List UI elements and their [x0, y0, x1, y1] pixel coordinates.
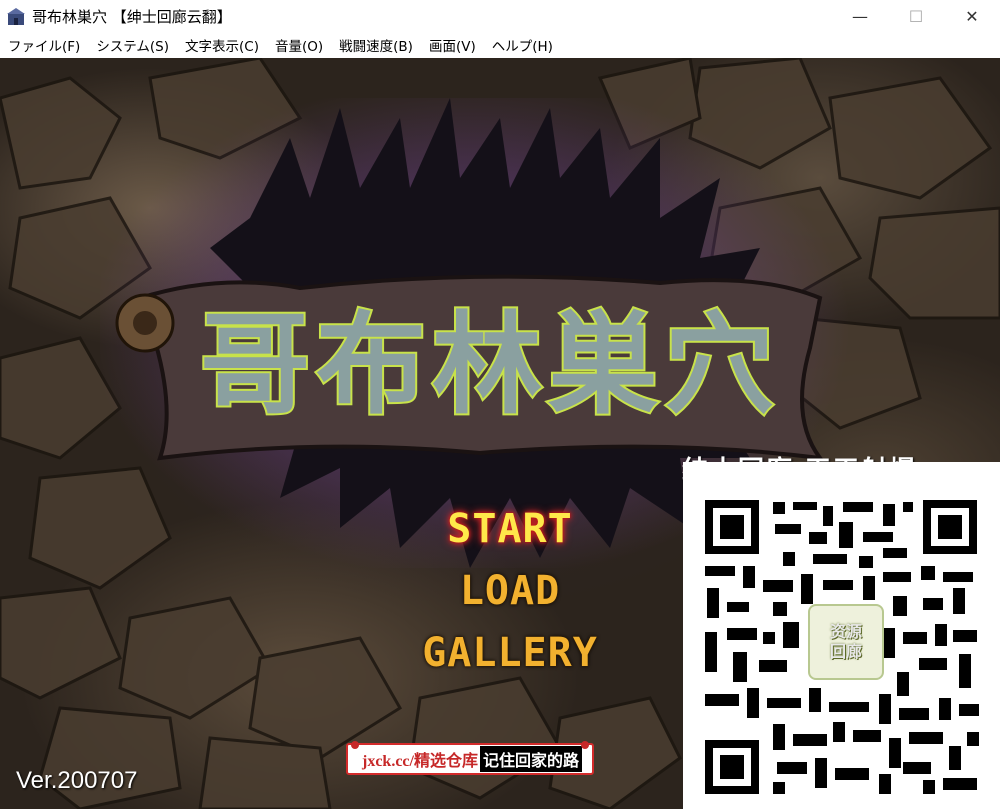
- menu-volume[interactable]: 音量(O): [267, 35, 331, 55]
- minimize-icon: —: [852, 7, 868, 26]
- menu-help[interactable]: ヘルプ(H): [484, 35, 561, 55]
- pin-icon: [581, 741, 589, 749]
- menu-battle-speed[interactable]: 戦闘速度(B): [331, 35, 421, 55]
- banner-slogan: 记住回家的路: [479, 746, 582, 772]
- app-icon: [7, 7, 25, 25]
- maximize-button[interactable]: ☐: [888, 0, 944, 33]
- menu-system[interactable]: システム(S): [88, 35, 177, 55]
- window-title: 哥布林巣穴 【绅士回廊云翻】: [32, 8, 232, 26]
- version-label: Ver.200707: [16, 767, 138, 794]
- qr-badge-line1: 资源: [829, 622, 862, 641]
- menu-file[interactable]: ファイル(F): [0, 35, 88, 55]
- close-button[interactable]: ✕: [944, 0, 1000, 33]
- start-option[interactable]: START: [400, 498, 620, 560]
- qr-center-badge: 资源 回廊: [808, 604, 884, 680]
- load-option[interactable]: LOAD: [400, 560, 620, 622]
- banner-url: jxck.cc/精选仓库: [362, 753, 478, 770]
- minimize-button[interactable]: —: [832, 0, 888, 33]
- gallery-option[interactable]: GALLERY: [400, 622, 620, 684]
- menu-screen[interactable]: 画面(V): [421, 35, 484, 55]
- window-titlebar: 哥布林巣穴 【绅士回廊云翻】 — ☐ ✕: [0, 0, 1000, 33]
- promo-banner: jxck.cc/精选仓库 记住回家的路: [346, 741, 594, 775]
- pin-icon: [351, 741, 359, 749]
- title-menu: START LOAD GALLERY: [400, 498, 620, 684]
- menu-bar: ファイル(F) システム(S) 文字表示(C) 音量(O) 戦闘速度(B) 画面…: [0, 33, 1000, 57]
- game-screen[interactable]: 哥布林巣穴 START LOAD GALLERY Ver.200707 绅士回廊…: [0, 58, 1000, 809]
- maximize-icon: ☐: [908, 7, 924, 26]
- menu-text-display[interactable]: 文字表示(C): [177, 35, 267, 55]
- logo-title: 哥布林巣穴: [200, 300, 780, 429]
- qr-badge-line2: 回廊: [829, 642, 862, 661]
- close-icon: ✕: [965, 7, 979, 26]
